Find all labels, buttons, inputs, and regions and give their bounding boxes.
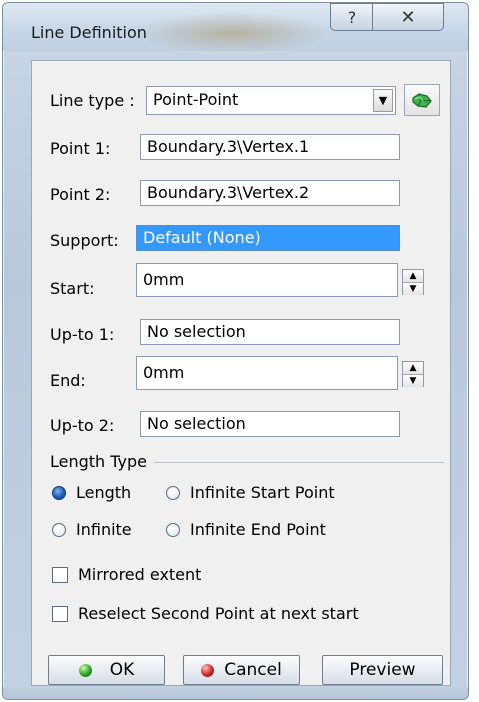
length-type-divider bbox=[154, 462, 444, 463]
spin-down-icon[interactable]: ▼ bbox=[403, 375, 423, 387]
upto2-field[interactable]: No selection bbox=[140, 411, 400, 437]
reselect-second-point-label[interactable]: Reselect Second Point at next start bbox=[78, 604, 359, 623]
geometry-icon bbox=[412, 93, 432, 108]
point2-label: Point 2: bbox=[50, 185, 111, 204]
ok-button[interactable]: OK bbox=[48, 655, 165, 685]
ok-icon bbox=[78, 663, 92, 677]
radio-infinite-end-point-label[interactable]: Infinite End Point bbox=[190, 520, 326, 539]
start-spinner[interactable]: ▲ ▼ bbox=[402, 269, 424, 295]
window-bottom-border bbox=[3, 687, 468, 699]
radio-infinite-label[interactable]: Infinite bbox=[76, 520, 132, 539]
line-type-dropdown[interactable]: Point-Point ▼ bbox=[146, 86, 396, 115]
help-button[interactable]: ? bbox=[330, 3, 374, 31]
spin-up-icon[interactable]: ▲ bbox=[403, 270, 423, 283]
preview-button[interactable]: Preview bbox=[322, 655, 443, 685]
line-type-value: Point-Point bbox=[153, 90, 239, 109]
close-button[interactable]: ✕ bbox=[372, 3, 444, 31]
spin-down-icon[interactable]: ▼ bbox=[403, 283, 423, 295]
line-definition-dialog: Line Definition ? ✕ Line type : Point-Po… bbox=[2, 2, 469, 700]
radio-infinite[interactable] bbox=[52, 523, 66, 537]
radio-length-label[interactable]: Length bbox=[76, 483, 131, 502]
support-field[interactable]: Default (None) bbox=[136, 225, 400, 251]
start-label: Start: bbox=[50, 279, 95, 298]
line-type-label: Line type : bbox=[50, 91, 135, 110]
chevron-down-icon[interactable]: ▼ bbox=[373, 89, 393, 112]
upto2-label: Up-to 2: bbox=[50, 416, 115, 435]
radio-infinite-start-point-label[interactable]: Infinite Start Point bbox=[190, 483, 335, 502]
end-label: End: bbox=[50, 371, 86, 390]
radio-infinite-start-point[interactable] bbox=[166, 486, 180, 500]
definition-panel: Line type : Point-Point ▼ Point 1: Bound… bbox=[31, 60, 451, 686]
mirrored-extent-label[interactable]: Mirrored extent bbox=[78, 565, 201, 584]
title-bar[interactable]: Line Definition ? ✕ bbox=[3, 3, 468, 51]
help-icon: ? bbox=[347, 7, 357, 27]
point1-field[interactable]: Boundary.3\Vertex.1 bbox=[140, 134, 400, 160]
geometry-on-support-button[interactable] bbox=[404, 84, 440, 116]
dialog-title: Line Definition bbox=[31, 23, 147, 42]
mirrored-extent-checkbox[interactable] bbox=[52, 567, 68, 583]
cancel-icon bbox=[201, 663, 215, 677]
radio-length[interactable] bbox=[52, 486, 66, 500]
support-label: Support: bbox=[50, 231, 119, 250]
reselect-second-point-checkbox[interactable] bbox=[52, 606, 68, 622]
upto1-field[interactable]: No selection bbox=[140, 319, 400, 345]
upto1-label: Up-to 1: bbox=[50, 325, 115, 344]
point2-field[interactable]: Boundary.3\Vertex.2 bbox=[140, 180, 400, 206]
end-field[interactable]: 0mm bbox=[136, 356, 398, 390]
point1-label: Point 1: bbox=[50, 139, 111, 158]
cancel-button[interactable]: Cancel bbox=[183, 655, 300, 685]
end-spinner[interactable]: ▲ ▼ bbox=[402, 361, 424, 387]
length-type-label: Length Type bbox=[50, 452, 148, 471]
close-icon: ✕ bbox=[400, 6, 416, 28]
spin-up-icon[interactable]: ▲ bbox=[403, 362, 423, 375]
start-field[interactable]: 0mm bbox=[136, 263, 398, 297]
radio-infinite-end-point[interactable] bbox=[166, 523, 180, 537]
